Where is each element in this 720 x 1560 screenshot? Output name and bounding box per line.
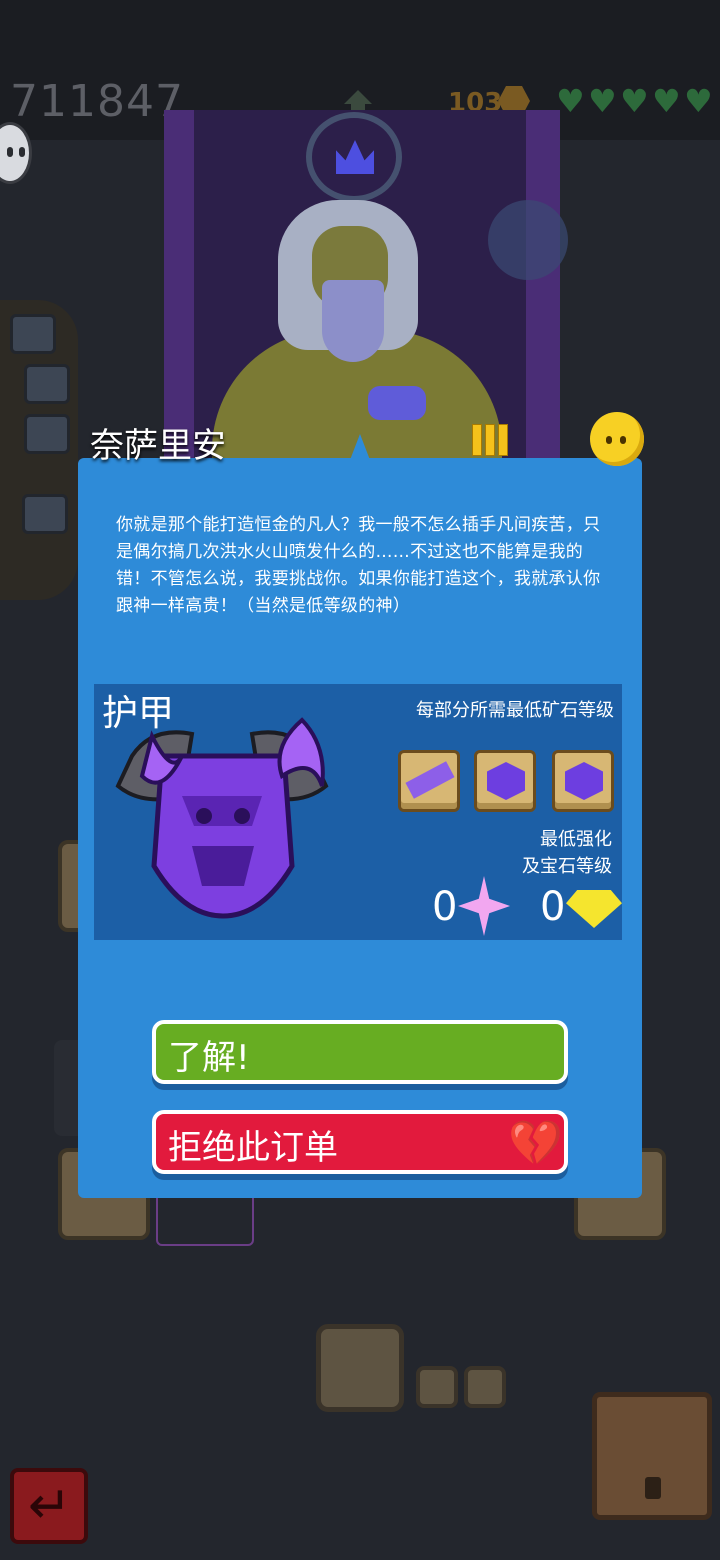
heart-icon: ♥ (652, 82, 681, 120)
min-enhance-label: 最低强化 及宝石等级 (522, 829, 612, 877)
score-counter: 711847 (10, 76, 184, 127)
npc-beard (322, 280, 384, 362)
ore-block (24, 414, 70, 454)
ore-block (22, 494, 68, 534)
heart-icon: ♥ (556, 82, 585, 120)
back-button[interactable] (10, 1468, 88, 1544)
reject-order-button[interactable]: 拒绝此订单 💔 (152, 1110, 568, 1174)
ore-requirement-slot (552, 750, 614, 812)
enhance-level-value: 0 (432, 884, 458, 930)
heart-icon: ♥ (588, 82, 617, 120)
amethyst-gem-icon (487, 762, 525, 800)
ore-requirement-slot (398, 750, 460, 812)
moon-decoration (488, 200, 568, 280)
amethyst-gem-icon (565, 762, 603, 800)
anvil-tile[interactable] (316, 1324, 404, 1412)
ore-requirement-slot (474, 750, 536, 812)
small-ore-tile[interactable] (464, 1366, 506, 1408)
accept-label: 了解! (168, 1038, 250, 1078)
lives-hearts: ♥ ♥ ♥ ♥ ♥ (556, 82, 714, 120)
heart-icon: ♥ (684, 82, 713, 120)
npc-name: 奈萨里安 (90, 426, 226, 466)
reject-label: 拒绝此订单 (168, 1128, 338, 1168)
npc-message: 你就是那个能打造恒金的凡人？我一般不怎么插手凡间疾苦，只是偶尔搞几次洪水火山喷发… (116, 515, 601, 616)
curtain (164, 110, 194, 470)
npc-bracelet (368, 386, 426, 420)
pause-icon[interactable] (472, 424, 508, 456)
accept-order-button[interactable]: 了解! (152, 1020, 568, 1084)
treasure-chest[interactable] (592, 1392, 712, 1520)
curtain (526, 110, 560, 470)
ore-block (24, 364, 70, 404)
small-ore-tile[interactable] (416, 1366, 458, 1408)
armor-icon (115, 717, 329, 919)
ore-bar-icon (405, 761, 455, 799)
ore-requirement-label: 每部分所需最低矿石等级 (416, 700, 614, 721)
heart-icon: ♥ (620, 82, 649, 120)
ore-block (10, 314, 56, 354)
broken-heart-icon: 💔 (508, 1118, 563, 1169)
gem-level-value: 0 (540, 884, 566, 930)
mood-face-icon (590, 412, 644, 466)
